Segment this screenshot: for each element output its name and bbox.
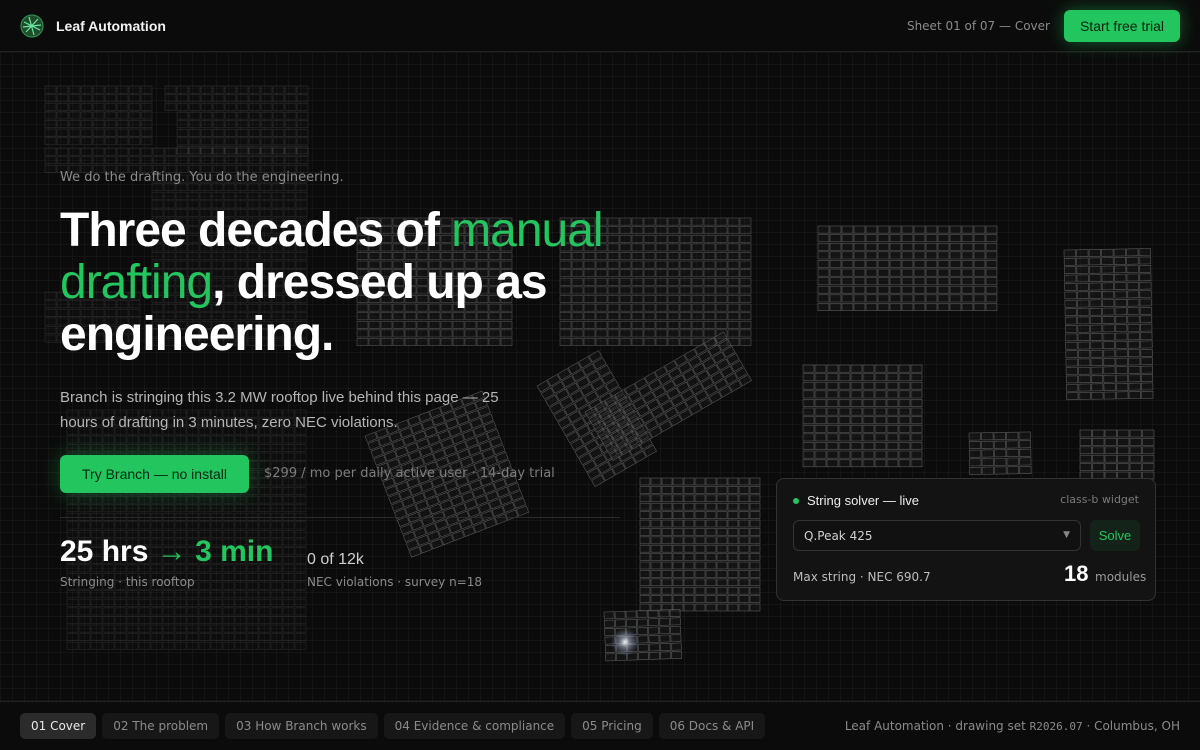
tab-evidence-compliance[interactable]: 04 Evidence & compliance [383,713,566,739]
headline-part-1: Three decades of [60,204,452,257]
widget-title: String solver — live [807,493,919,508]
bottom-nav: 01 Cover 02 The problem 03 How Branch wo… [0,701,1200,750]
tab-docs-api[interactable]: 06 Docs & API [658,713,766,739]
tab-pricing[interactable]: 05 Pricing [571,713,653,739]
solve-button[interactable]: Solve [1090,520,1140,551]
leaf-globe-logo-icon[interactable] [20,13,44,38]
tab-how-branch-works[interactable]: 03 How Branch works [225,713,378,739]
pricing-note: $299 / mo per daily active user · 14-day… [264,466,555,481]
footer-info: Leaf Automation · drawing set R2026.07 ·… [845,719,1180,733]
widget-tag: class-b widget [1060,493,1139,506]
nec-stat-caption: NEC violations · survey n=18 [307,575,483,589]
blueprint-grid [0,52,1200,702]
sheet-indicator: Sheet 01 of 07 — Cover [906,18,1050,33]
hero-lede: Branch is stringing this 3.2 MW rooftop … [60,389,499,431]
stat-from: 25 hrs [60,535,149,568]
string-solver-widget: String solver — live class-b widget Q.Pe… [776,478,1156,601]
module-count: 18 [1064,561,1089,586]
brand-name[interactable]: Leaf Automation [56,18,166,34]
footer-prefix: Leaf Automation · drawing set [844,719,1030,733]
divider [60,517,620,518]
hero-eyebrow: We do the drafting. You do the engineeri… [60,170,344,185]
time-stat-caption: Stringing · this rooftop [60,575,195,589]
footer-suffix: · Columbus, OH [1082,719,1180,733]
live-dot-icon [793,498,799,504]
time-stat: 25 hrs → 3 min [60,535,273,569]
max-string-label: Max string · NEC 690.7 [793,570,931,584]
stat-to: 3 min [195,535,274,568]
chevron-down-icon: ▼ [1063,530,1070,540]
tab-the-problem[interactable]: 02 The problem [102,713,220,739]
tab-cover[interactable]: 01 Cover [20,713,97,739]
hero-headline: Three decades of manual drafting, dresse… [60,205,660,361]
try-branch-button[interactable]: Try Branch — no install [60,455,249,493]
top-bar: Leaf Automation Sheet 01 of 07 — Cover S… [0,0,1200,52]
module-count-unit: modules [1095,570,1147,584]
module-select[interactable]: Q.Peak 425 ▼ [793,520,1081,551]
start-free-trial-button[interactable]: Start free trial [1063,9,1180,42]
drawing-set-id: R2026.07 [1029,720,1083,733]
arrow-icon: → [156,535,187,568]
module-select-value: Q.Peak 425 [804,529,873,543]
nec-stat: 0 of 12k [307,551,364,568]
